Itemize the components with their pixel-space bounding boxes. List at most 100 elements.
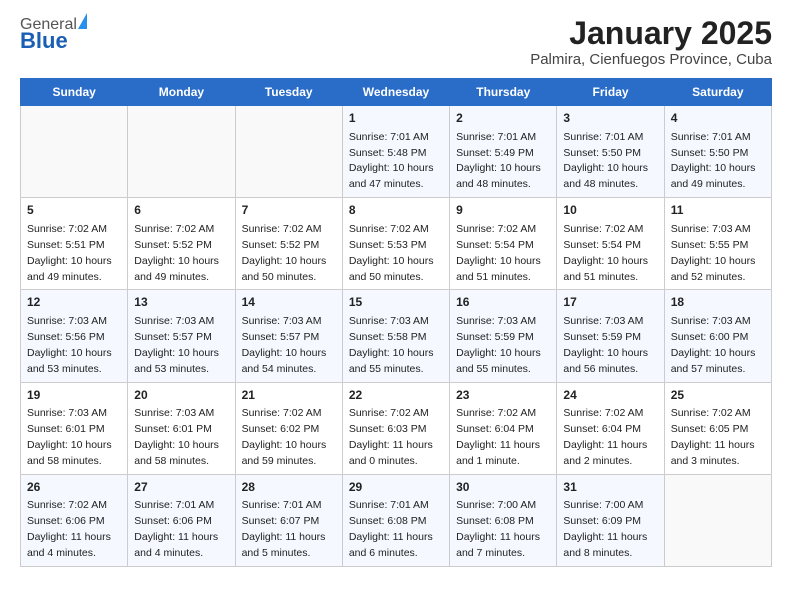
day-number: 27	[134, 479, 228, 496]
day-info: Sunrise: 7:03 AMSunset: 5:57 PMDaylight:…	[242, 315, 327, 375]
day-header-saturday: Saturday	[664, 79, 771, 106]
day-info: Sunrise: 7:02 AMSunset: 5:53 PMDaylight:…	[349, 223, 434, 283]
day-header-tuesday: Tuesday	[235, 79, 342, 106]
day-info: Sunrise: 7:00 AMSunset: 6:08 PMDaylight:…	[456, 499, 540, 559]
calendar-cell: 22Sunrise: 7:02 AMSunset: 6:03 PMDayligh…	[342, 382, 449, 474]
calendar-cell: 4Sunrise: 7:01 AMSunset: 5:50 PMDaylight…	[664, 106, 771, 198]
day-info: Sunrise: 7:01 AMSunset: 6:07 PMDaylight:…	[242, 499, 326, 559]
calendar-subtitle: Palmira, Cienfuegos Province, Cuba	[530, 51, 772, 68]
day-number: 5	[27, 202, 121, 219]
logo-triangle-icon	[78, 13, 87, 29]
day-info: Sunrise: 7:02 AMSunset: 5:54 PMDaylight:…	[456, 223, 541, 283]
day-header-sunday: Sunday	[21, 79, 128, 106]
calendar-cell: 8 Sunrise: 7:02 AMSunset: 5:53 PMDaylight…	[342, 198, 449, 290]
day-number: 26	[27, 479, 121, 496]
day-number: 16	[456, 294, 550, 311]
header: General Blue January 2025 Palmira, Cienf…	[20, 16, 772, 68]
calendar-cell: 7 Sunrise: 7:02 AMSunset: 5:52 PMDaylight…	[235, 198, 342, 290]
calendar-cell: 6Sunrise: 7:02 AMSunset: 5:52 PMDaylight…	[128, 198, 235, 290]
day-number: 20	[134, 387, 228, 404]
calendar-cell: 16Sunrise: 7:03 AMSunset: 5:59 PMDayligh…	[450, 290, 557, 382]
day-number: 9	[456, 202, 550, 219]
day-number: 23	[456, 387, 550, 404]
day-info: Sunrise: 7:01 AMSunset: 5:48 PMDaylight:…	[349, 131, 434, 191]
day-number: 31	[563, 479, 657, 496]
day-number: 14	[242, 294, 336, 311]
calendar-cell: 29Sunrise: 7:01 AMSunset: 6:08 PMDayligh…	[342, 474, 449, 566]
day-info: Sunrise: 7:00 AMSunset: 6:09 PMDaylight:…	[563, 499, 647, 559]
calendar-cell: 17 Sunrise: 7:03 AMSunset: 5:59 PMDayligh…	[557, 290, 664, 382]
week-row-4: 19 Sunrise: 7:03 AMSunset: 6:01 PMDayligh…	[21, 382, 772, 474]
calendar-cell: 21 Sunrise: 7:02 AMSunset: 6:02 PMDayligh…	[235, 382, 342, 474]
day-number: 19	[27, 387, 121, 404]
day-number: 2	[456, 110, 550, 127]
day-info: Sunrise: 7:01 AMSunset: 5:50 PMDaylight:…	[671, 131, 756, 191]
day-number: 21	[242, 387, 336, 404]
day-info: Sunrise: 7:02 AMSunset: 6:03 PMDaylight:…	[349, 407, 433, 467]
day-number: 7	[242, 202, 336, 219]
day-info: Sunrise: 7:01 AMSunset: 5:49 PMDaylight:…	[456, 131, 541, 191]
calendar-cell: 30Sunrise: 7:00 AMSunset: 6:08 PMDayligh…	[450, 474, 557, 566]
calendar-cell: 24Sunrise: 7:02 AMSunset: 6:04 PMDayligh…	[557, 382, 664, 474]
day-number: 11	[671, 202, 765, 219]
calendar-cell: 15 Sunrise: 7:03 AMSunset: 5:58 PMDayligh…	[342, 290, 449, 382]
day-number: 6	[134, 202, 228, 219]
day-info: Sunrise: 7:03 AMSunset: 6:00 PMDaylight:…	[671, 315, 756, 375]
day-info: Sunrise: 7:02 AMSunset: 6:06 PMDaylight:…	[27, 499, 111, 559]
calendar-cell: 20 Sunrise: 7:03 AMSunset: 6:01 PMDayligh…	[128, 382, 235, 474]
day-info: Sunrise: 7:02 AMSunset: 6:02 PMDaylight:…	[242, 407, 327, 467]
day-number: 15	[349, 294, 443, 311]
day-number: 18	[671, 294, 765, 311]
day-number: 1	[349, 110, 443, 127]
week-row-3: 12Sunrise: 7:03 AMSunset: 5:56 PMDayligh…	[21, 290, 772, 382]
day-number: 28	[242, 479, 336, 496]
calendar-cell: 27 Sunrise: 7:01 AMSunset: 6:06 PMDayligh…	[128, 474, 235, 566]
day-info: Sunrise: 7:03 AMSunset: 5:59 PMDaylight:…	[563, 315, 648, 375]
title-block: January 2025 Palmira, Cienfuegos Provinc…	[530, 16, 772, 68]
day-info: Sunrise: 7:03 AMSunset: 5:58 PMDaylight:…	[349, 315, 434, 375]
week-row-2: 5Sunrise: 7:02 AMSunset: 5:51 PMDaylight…	[21, 198, 772, 290]
calendar-cell	[664, 474, 771, 566]
day-info: Sunrise: 7:03 AMSunset: 5:56 PMDaylight:…	[27, 315, 112, 375]
calendar-cell: 1 Sunrise: 7:01 AMSunset: 5:48 PMDaylight…	[342, 106, 449, 198]
day-info: Sunrise: 7:03 AMSunset: 5:57 PMDaylight:…	[134, 315, 219, 375]
calendar-cell: 18 Sunrise: 7:03 AMSunset: 6:00 PMDayligh…	[664, 290, 771, 382]
calendar-cell: 9 Sunrise: 7:02 AMSunset: 5:54 PMDaylight…	[450, 198, 557, 290]
calendar-cell	[235, 106, 342, 198]
day-info: Sunrise: 7:03 AMSunset: 5:55 PMDaylight:…	[671, 223, 756, 283]
day-info: Sunrise: 7:02 AMSunset: 5:52 PMDaylight:…	[242, 223, 327, 283]
day-number: 25	[671, 387, 765, 404]
day-info: Sunrise: 7:01 AMSunset: 5:50 PMDaylight:…	[563, 131, 648, 191]
calendar-cell: 10Sunrise: 7:02 AMSunset: 5:54 PMDayligh…	[557, 198, 664, 290]
page: General Blue January 2025 Palmira, Cienf…	[0, 0, 792, 583]
calendar-cell: 23 Sunrise: 7:02 AMSunset: 6:04 PMDayligh…	[450, 382, 557, 474]
day-info: Sunrise: 7:01 AMSunset: 6:08 PMDaylight:…	[349, 499, 433, 559]
week-row-1: 1 Sunrise: 7:01 AMSunset: 5:48 PMDaylight…	[21, 106, 772, 198]
calendar-cell: 31 Sunrise: 7:00 AMSunset: 6:09 PMDayligh…	[557, 474, 664, 566]
day-header-friday: Friday	[557, 79, 664, 106]
day-number: 13	[134, 294, 228, 311]
day-header-monday: Monday	[128, 79, 235, 106]
week-row-5: 26 Sunrise: 7:02 AMSunset: 6:06 PMDayligh…	[21, 474, 772, 566]
day-number: 8	[349, 202, 443, 219]
day-number: 10	[563, 202, 657, 219]
day-number: 17	[563, 294, 657, 311]
calendar-cell: 26 Sunrise: 7:02 AMSunset: 6:06 PMDayligh…	[21, 474, 128, 566]
day-number: 24	[563, 387, 657, 404]
calendar-cell: 13 Sunrise: 7:03 AMSunset: 5:57 PMDayligh…	[128, 290, 235, 382]
day-info: Sunrise: 7:02 AMSunset: 6:04 PMDaylight:…	[456, 407, 540, 467]
day-header-wednesday: Wednesday	[342, 79, 449, 106]
calendar-cell: 19Sunrise: 7:03 AMSunset: 6:01 PMDayligh…	[21, 382, 128, 474]
day-info: Sunrise: 7:01 AMSunset: 6:06 PMDaylight:…	[134, 499, 218, 559]
day-info: Sunrise: 7:03 AMSunset: 6:01 PMDaylight:…	[134, 407, 219, 467]
calendar-cell: 3 Sunrise: 7:01 AMSunset: 5:50 PMDaylight…	[557, 106, 664, 198]
calendar-cell	[128, 106, 235, 198]
calendar-cell	[21, 106, 128, 198]
calendar-title: January 2025	[530, 16, 772, 51]
calendar-cell: 28 Sunrise: 7:01 AMSunset: 6:07 PMDayligh…	[235, 474, 342, 566]
calendar-cell: 11 Sunrise: 7:03 AMSunset: 5:55 PMDayligh…	[664, 198, 771, 290]
calendar-cell: 12Sunrise: 7:03 AMSunset: 5:56 PMDayligh…	[21, 290, 128, 382]
day-number: 3	[563, 110, 657, 127]
logo: General Blue	[20, 16, 87, 54]
day-headers-row: SundayMondayTuesdayWednesdayThursdayFrid…	[21, 79, 772, 106]
